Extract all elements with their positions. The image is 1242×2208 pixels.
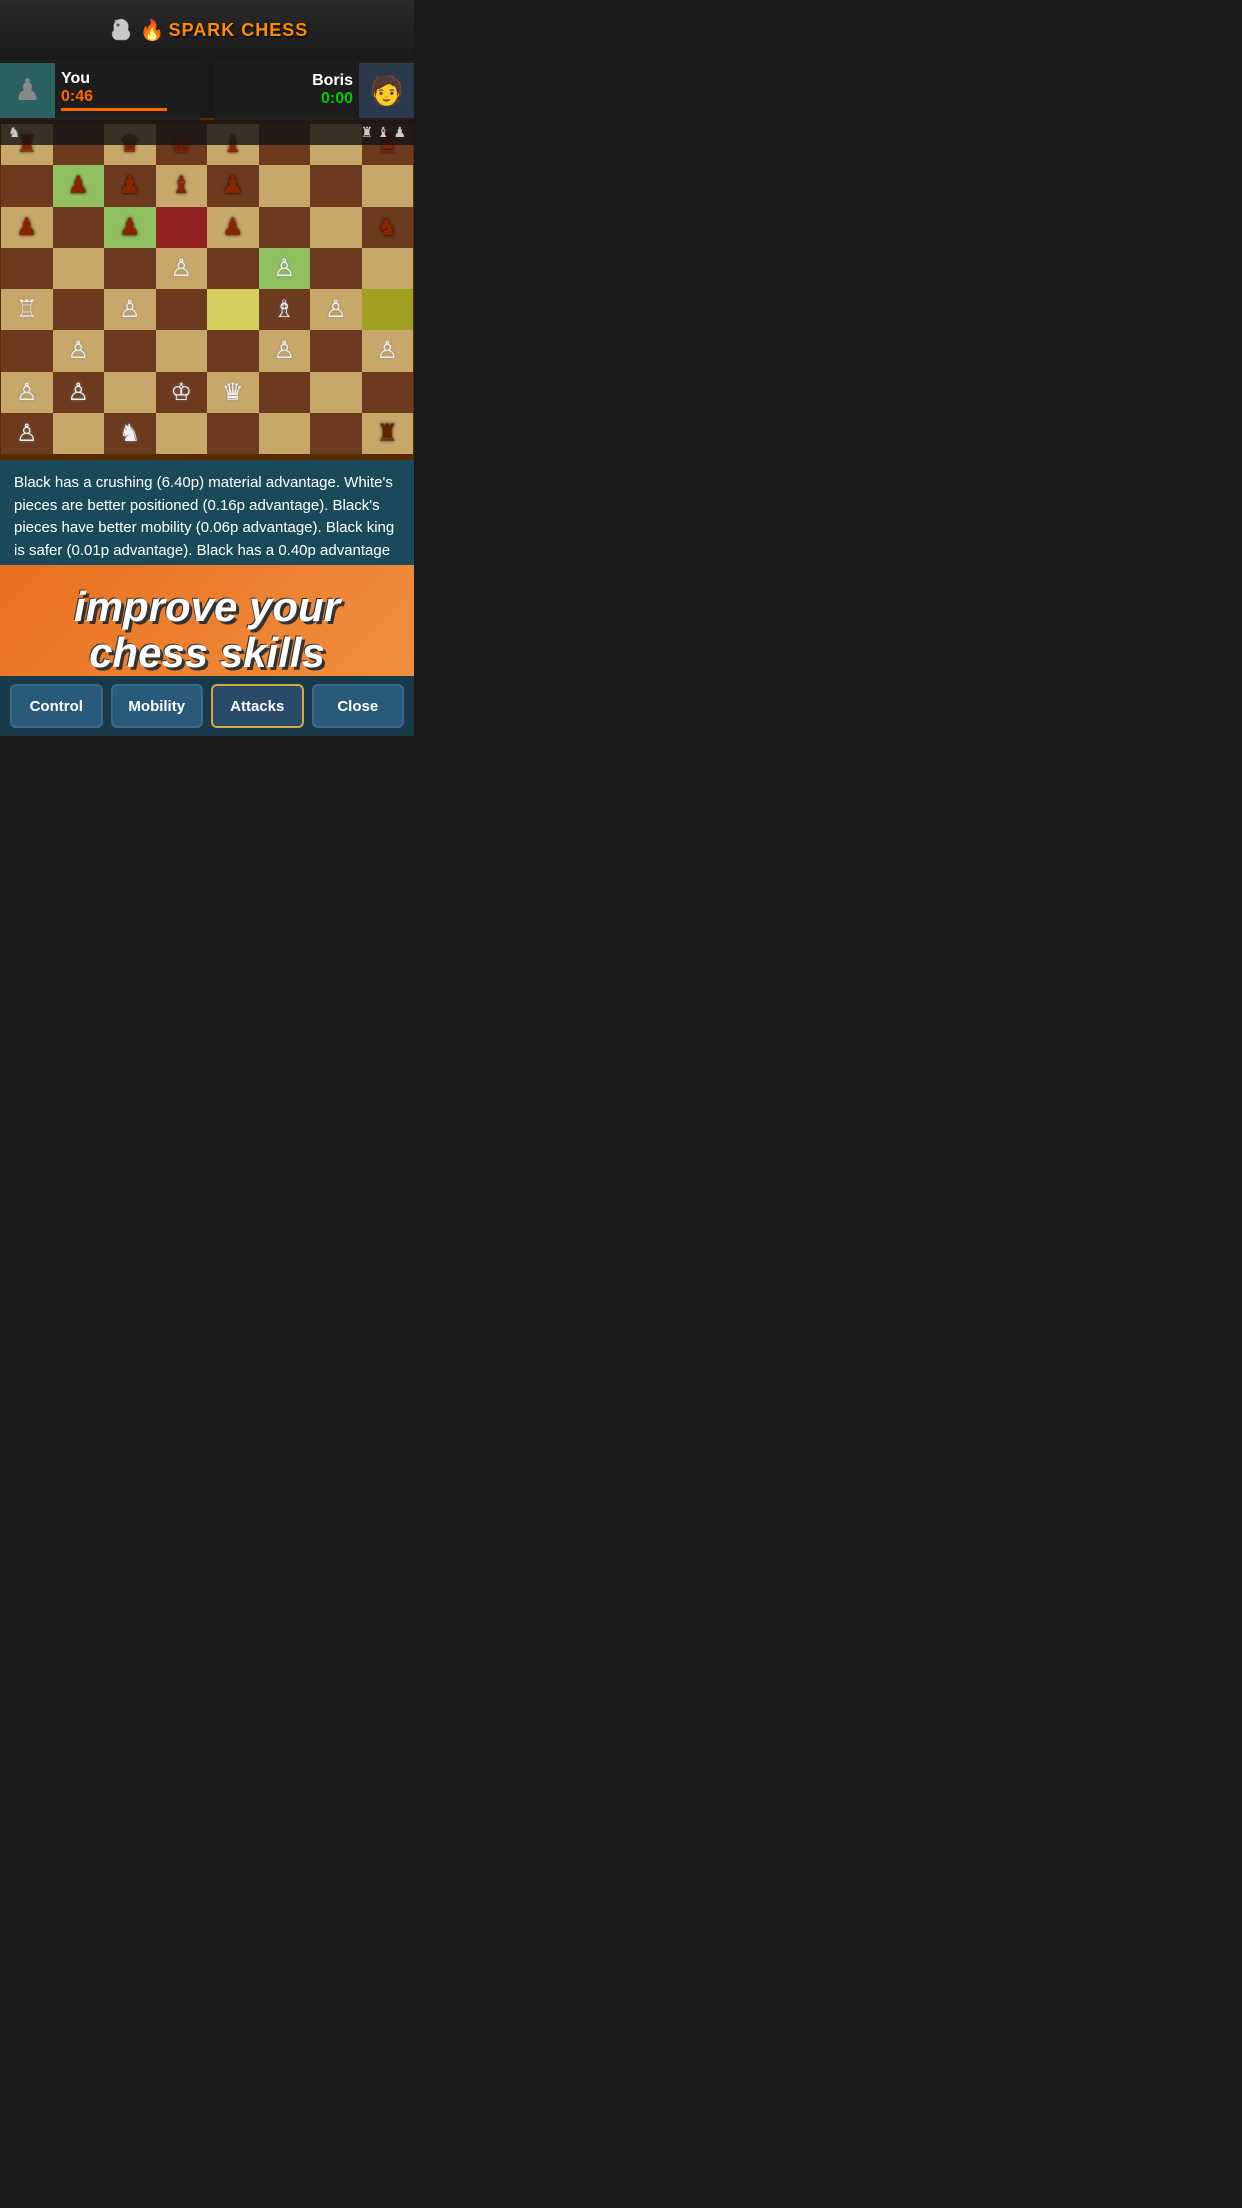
player-you-name: You: [61, 70, 194, 88]
sq-a4[interactable]: ♖: [1, 289, 53, 330]
sq-f6[interactable]: [259, 207, 311, 248]
sq-a1[interactable]: ♙: [1, 413, 53, 454]
player-you-timer-bar: [61, 108, 167, 111]
sq-c7[interactable]: ♟: [104, 165, 156, 206]
sq-g2[interactable]: [310, 372, 362, 413]
sq-f2[interactable]: [259, 372, 311, 413]
sq-b3[interactable]: ♙: [53, 330, 105, 371]
promo-text: improve your chess skills: [74, 584, 340, 676]
sq-a6[interactable]: ♟: [1, 207, 53, 248]
sq-g6[interactable]: [310, 207, 362, 248]
sq-a2[interactable]: ♙: [1, 372, 53, 413]
sq-f1[interactable]: [259, 413, 311, 454]
player-boris-timer: 0:00: [312, 90, 353, 108]
sq-c1[interactable]: ♞: [104, 413, 156, 454]
sq-e3[interactable]: [207, 330, 259, 371]
boris-capture-icon: ♜ ♝ ♟: [361, 124, 406, 141]
player-you-panel: ♟ You 0:46: [0, 60, 200, 120]
sq-f7[interactable]: [259, 165, 311, 206]
promo-line2: chess skills: [74, 630, 340, 676]
sq-h6[interactable]: ♞: [362, 207, 414, 248]
sq-h7[interactable]: [362, 165, 414, 206]
player-boris-name: Boris: [312, 72, 353, 90]
player-you-info: You 0:46: [55, 66, 200, 115]
horse-logo-icon: [106, 15, 136, 45]
sq-g3[interactable]: [310, 330, 362, 371]
sq-g5[interactable]: [310, 248, 362, 289]
sq-d5[interactable]: ♙: [156, 248, 208, 289]
sq-h4[interactable]: [362, 289, 414, 330]
sq-e5[interactable]: [207, 248, 259, 289]
sq-d2[interactable]: ♔: [156, 372, 208, 413]
player-you-silhouette: ♟: [14, 73, 41, 108]
sq-d3[interactable]: [156, 330, 208, 371]
sq-d6[interactable]: [156, 207, 208, 248]
sq-h1[interactable]: ♜: [362, 413, 414, 454]
sq-b6[interactable]: [53, 207, 105, 248]
logo-area: 🔥 SPARK CHESS: [106, 15, 309, 45]
player-boris-panel: Boris 0:00 🧑: [214, 60, 414, 120]
sq-f5[interactable]: ♙: [259, 248, 311, 289]
sq-a7[interactable]: [1, 165, 53, 206]
player-boris-info: Boris 0:00: [306, 68, 359, 112]
sq-d7[interactable]: ♝: [156, 165, 208, 206]
sq-a5[interactable]: [1, 248, 53, 289]
sq-e4[interactable]: [207, 289, 259, 330]
sq-b5[interactable]: [53, 248, 105, 289]
promo-line1: improve your: [74, 584, 340, 630]
sq-g4[interactable]: ♙: [310, 289, 362, 330]
sq-g1[interactable]: [310, 413, 362, 454]
sq-h3[interactable]: ♙: [362, 330, 414, 371]
you-capture-icon: ♞: [8, 124, 21, 141]
sq-e1[interactable]: [207, 413, 259, 454]
attacks-button[interactable]: Attacks: [211, 684, 304, 728]
sq-c3[interactable]: [104, 330, 156, 371]
player-boris-portrait: 🧑: [369, 74, 404, 107]
sq-b7[interactable]: ♟: [53, 165, 105, 206]
control-button[interactable]: Control: [10, 684, 103, 728]
sq-e2[interactable]: ♛: [207, 372, 259, 413]
sq-c4[interactable]: ♙: [104, 289, 156, 330]
app-header: 🔥 SPARK CHESS: [0, 0, 414, 60]
sq-b2[interactable]: ♙: [53, 372, 105, 413]
app-title: SPARK CHESS: [169, 20, 309, 41]
player-you-timer: 0:46: [61, 88, 194, 106]
sq-e6[interactable]: ♟: [207, 207, 259, 248]
sq-f4[interactable]: ♗: [259, 289, 311, 330]
sq-h2[interactable]: [362, 372, 414, 413]
logo-flame-icon: 🔥: [140, 18, 165, 43]
sq-a3[interactable]: [1, 330, 53, 371]
sq-b1[interactable]: [53, 413, 105, 454]
sq-c2[interactable]: [104, 372, 156, 413]
sq-c5[interactable]: [104, 248, 156, 289]
sq-d1[interactable]: [156, 413, 208, 454]
sq-b4[interactable]: [53, 289, 105, 330]
sq-e7[interactable]: ♟: [207, 165, 259, 206]
sq-h5[interactable]: [362, 248, 414, 289]
sq-c6[interactable]: ♟: [104, 207, 156, 248]
sq-d4[interactable]: [156, 289, 208, 330]
bottom-buttons: Control Mobility Attacks Close: [0, 676, 414, 736]
close-button[interactable]: Close: [312, 684, 405, 728]
player-you-avatar: ♟: [0, 63, 55, 118]
player-boris-avatar: 🧑: [359, 63, 414, 118]
app-title-text: SPARK CHESS: [169, 20, 309, 40]
sq-g7[interactable]: [310, 165, 362, 206]
sq-f3[interactable]: ♙: [259, 330, 311, 371]
captures-row: ♞ ♜ ♝ ♟: [0, 120, 414, 145]
chess-board[interactable]: ♜ ♛ ♚ ♝ ♜ ♟ ♟ ♝ ♟ ♟: [0, 118, 414, 460]
mobility-button[interactable]: Mobility: [111, 684, 204, 728]
